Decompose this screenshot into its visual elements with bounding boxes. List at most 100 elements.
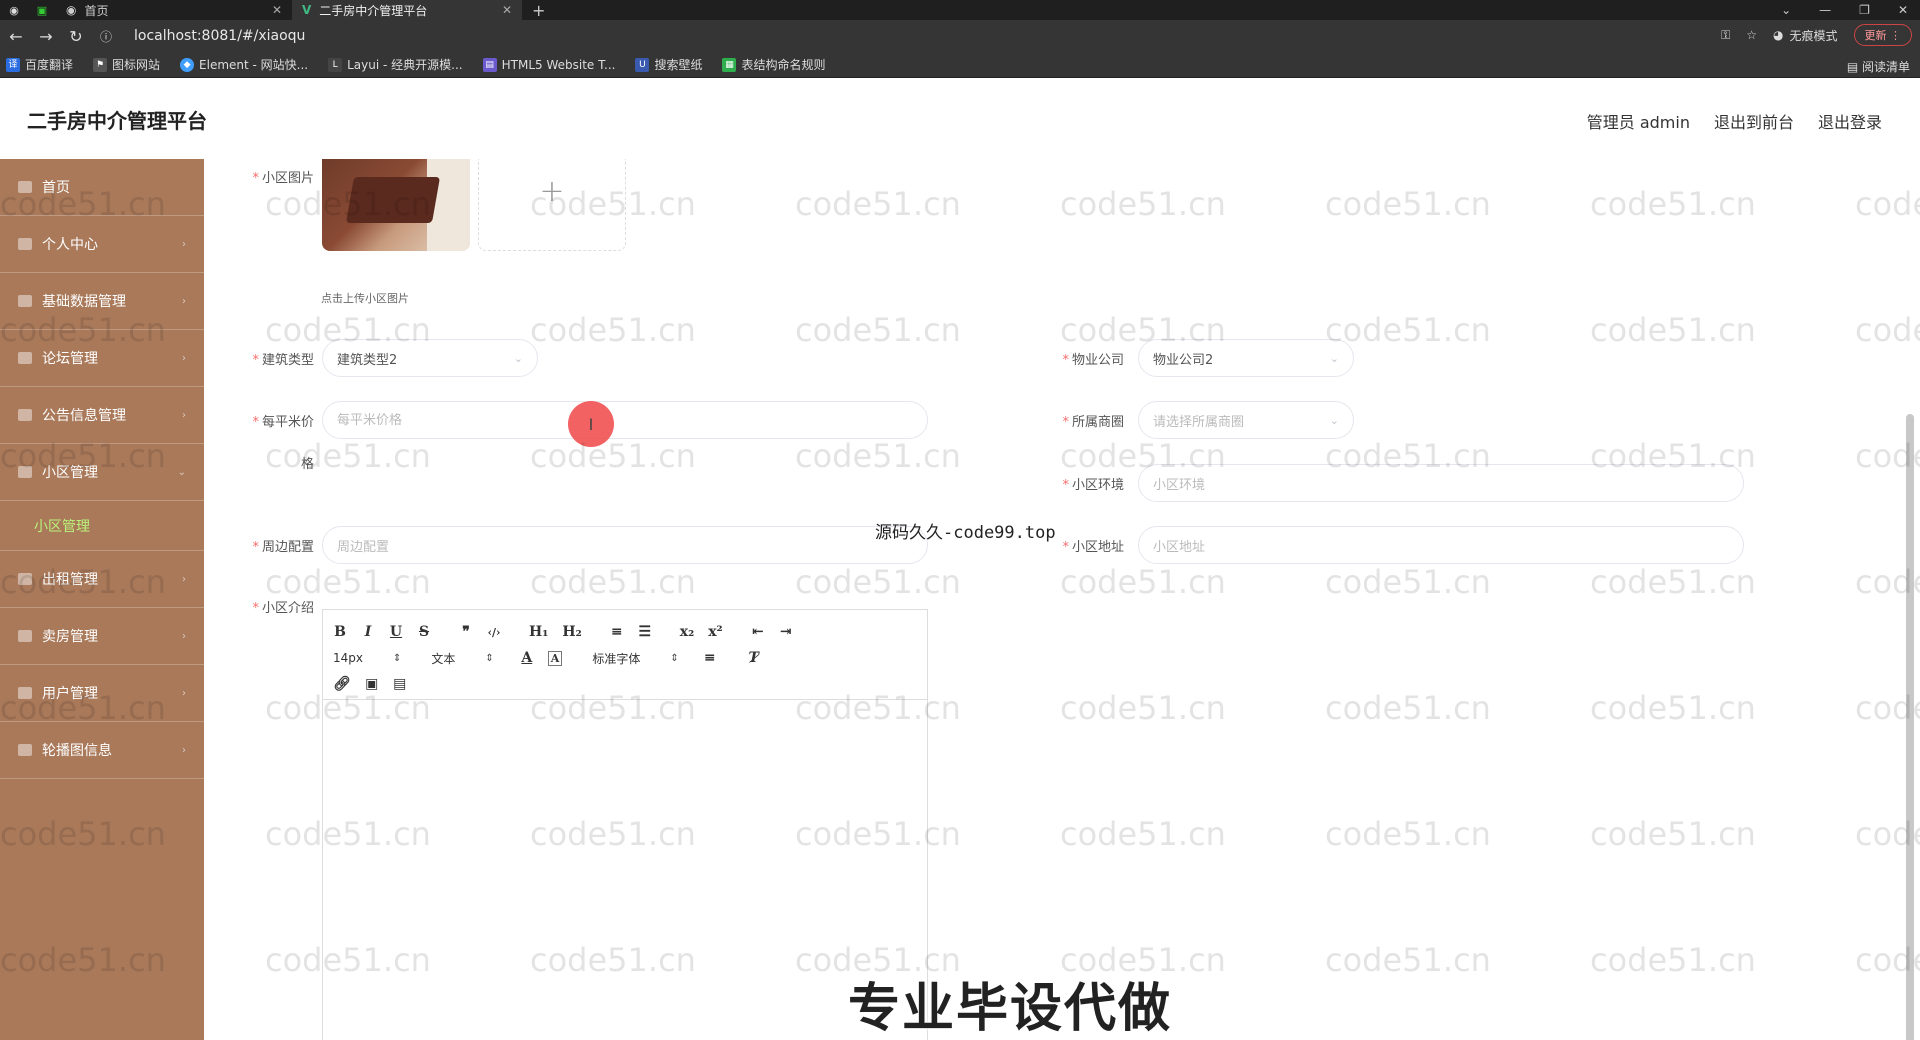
sidebar-item-base-data[interactable]: 基础数据管理 ›: [0, 273, 204, 330]
browser-tab-sheet[interactable]: ▣: [28, 0, 56, 20]
outdent-button[interactable]: ⇤: [751, 624, 765, 640]
incognito-indicator[interactable]: ◕ 无痕模式: [1773, 27, 1838, 44]
building-type-label: * 建筑类型: [252, 353, 314, 368]
sidebar-item-profile[interactable]: 个人中心 ›: [0, 216, 204, 273]
browser-address-bar: ← → ↻ ⓘ localhost:8081/#/xiaoqu ⚿ ☆ ◕ 无痕…: [0, 20, 1920, 52]
sidebar-item-home[interactable]: 首页: [0, 159, 204, 216]
updown-icon: ⇕: [670, 652, 679, 664]
close-icon[interactable]: ✕: [272, 3, 282, 17]
environment-input[interactable]: 小区环境: [1138, 464, 1744, 502]
property-company-select[interactable]: 物业公司2 ⌄: [1138, 339, 1354, 377]
input-placeholder: 周边配置: [337, 539, 390, 555]
upload-tip: 点击上传小区图片: [321, 292, 409, 305]
image-label: * 小区图片: [252, 171, 314, 186]
sidebar-item-label: 基础数据管理: [42, 294, 126, 310]
key-icon[interactable]: ⚿: [1721, 28, 1730, 43]
bold-button[interactable]: B: [333, 624, 347, 640]
subscript-button[interactable]: x₂: [680, 624, 694, 640]
bookmark-item[interactable]: ▤ HTML5 Website T...: [482, 57, 615, 72]
chevron-down-icon[interactable]: ⌄: [1781, 3, 1791, 17]
browser-tab-home[interactable]: ◉ 首页 ✕: [56, 0, 292, 20]
html5-icon: ▤: [482, 57, 497, 72]
tab-label: 二手房中介管理平台: [319, 3, 428, 18]
table-icon: ▦: [722, 57, 737, 72]
select-value: 建筑类型2: [337, 352, 398, 368]
ordered-list-button[interactable]: ≡: [610, 624, 624, 640]
sidebar-item-community[interactable]: 小区管理 ⌄: [0, 444, 204, 501]
url-field[interactable]: localhost:8081/#/xiaoqu: [134, 28, 305, 44]
minimize-icon[interactable]: —: [1819, 3, 1831, 17]
sidebar-item-notice[interactable]: 公告信息管理 ›: [0, 387, 204, 444]
close-icon[interactable]: ✕: [502, 3, 512, 17]
new-tab-icon[interactable]: +: [522, 1, 555, 20]
carousel-icon: [18, 744, 32, 756]
bookmark-item[interactable]: 译百度翻译: [6, 56, 73, 73]
align-icon[interactable]: ≡: [703, 650, 717, 666]
translate-icon: 译: [6, 57, 20, 72]
blockquote-button[interactable]: ❞: [459, 624, 473, 640]
sidebar-item-carousel[interactable]: 轮播图信息 ›: [0, 722, 204, 779]
underline-button[interactable]: U: [389, 624, 403, 640]
video-icon[interactable]: ▤: [393, 676, 407, 692]
reload-icon[interactable]: ↻: [68, 27, 84, 46]
sidebar-item-rent[interactable]: 出租管理 ›: [0, 551, 204, 608]
header2-button[interactable]: H₂: [562, 624, 581, 640]
sidebar-item-label: 个人中心: [42, 237, 98, 253]
link-icon[interactable]: 🔗︎: [333, 676, 351, 692]
sidebar-item-forum[interactable]: 论坛管理 ›: [0, 330, 204, 387]
surroundings-input[interactable]: 周边配置: [322, 526, 928, 564]
rich-text-editor[interactable]: B I U S ❞ ‹/› H₁ H₂ ≡ ☰ x₂ x² ⇤ ⇥ 14px ⇕ …: [322, 609, 928, 1040]
background-color-icon[interactable]: A: [547, 650, 563, 666]
uploaded-image-thumbnail[interactable]: [322, 159, 470, 251]
price-input[interactable]: [322, 401, 928, 439]
font-family-select[interactable]: 标准字体 ⇕: [592, 650, 678, 667]
to-front-link[interactable]: 退出到前台: [1714, 109, 1794, 133]
update-button[interactable]: 更新 ⋮: [1853, 24, 1912, 46]
close-icon[interactable]: ✕: [1898, 3, 1908, 17]
info-icon[interactable]: ⓘ: [98, 28, 114, 45]
wallpaper-icon: U: [635, 57, 650, 72]
user-icon: [18, 238, 32, 250]
plus-icon: +: [539, 174, 565, 209]
address-input[interactable]: 小区地址: [1138, 526, 1744, 564]
code-block-button[interactable]: ‹/›: [487, 626, 501, 639]
star-icon[interactable]: ☆: [1746, 28, 1757, 42]
restore-icon[interactable]: ❐: [1859, 3, 1870, 17]
main-form: * 小区图片 + 点击上传小区图片 * 建筑类型 建筑类型2 ⌄ * 物业公司 物业公…: [204, 159, 1920, 1040]
strike-button[interactable]: S: [417, 624, 431, 640]
bookmark-item[interactable]: U 搜索壁纸: [635, 56, 702, 73]
bullet-list-button[interactable]: ☰: [638, 624, 652, 640]
forward-icon[interactable]: →: [38, 27, 54, 46]
back-icon[interactable]: ←: [8, 27, 24, 46]
superscript-button[interactable]: x²: [708, 624, 722, 640]
bookmark-item[interactable]: ⚑ 图标网站: [93, 56, 160, 73]
format-select[interactable]: 文本 ⇕: [431, 650, 493, 667]
browser-tab-active[interactable]: V 二手房中介管理平台 ✕: [292, 0, 522, 20]
clear-format-icon[interactable]: T̷: [747, 650, 761, 666]
text-color-icon[interactable]: A: [520, 650, 534, 666]
home-icon: [18, 181, 32, 193]
globe-icon: ◉: [9, 3, 19, 17]
bookmark-label: Layui - 经典开源模...: [347, 58, 463, 72]
image-upload-box[interactable]: +: [478, 159, 626, 251]
bookmark-item[interactable]: L Layui - 经典开源模...: [328, 56, 463, 73]
italic-button[interactable]: I: [361, 624, 375, 640]
district-select[interactable]: 请选择所属商圈 ⌄: [1138, 401, 1354, 439]
bookmark-item[interactable]: ▦ 表结构命名规则: [722, 56, 825, 73]
sidebar-item-label: 出租管理: [42, 572, 98, 588]
building-type-select[interactable]: 建筑类型2 ⌄: [322, 339, 538, 377]
browser-tab-globe[interactable]: ◉: [0, 0, 28, 20]
sidebar-item-sell[interactable]: 卖房管理 ›: [0, 608, 204, 665]
vertical-scrollbar[interactable]: [1906, 414, 1914, 1040]
bookmark-label: 搜索壁纸: [654, 58, 703, 72]
header1-button[interactable]: H₁: [529, 624, 548, 640]
sidebar-item-users[interactable]: 用户管理 ›: [0, 665, 204, 722]
font-size-select[interactable]: 14px ⇕: [333, 651, 401, 665]
bookmark-item[interactable]: ◆ Element - 网站快...: [180, 56, 308, 73]
logout-link[interactable]: 退出登录: [1818, 109, 1882, 133]
surroundings-label: * 周边配置: [252, 540, 314, 555]
reading-list[interactable]: ▤ 阅读清单: [1847, 58, 1910, 75]
sidebar-subitem-community[interactable]: 小区管理: [0, 501, 204, 551]
indent-button[interactable]: ⇥: [779, 624, 793, 640]
image-icon[interactable]: ▣: [365, 676, 379, 692]
